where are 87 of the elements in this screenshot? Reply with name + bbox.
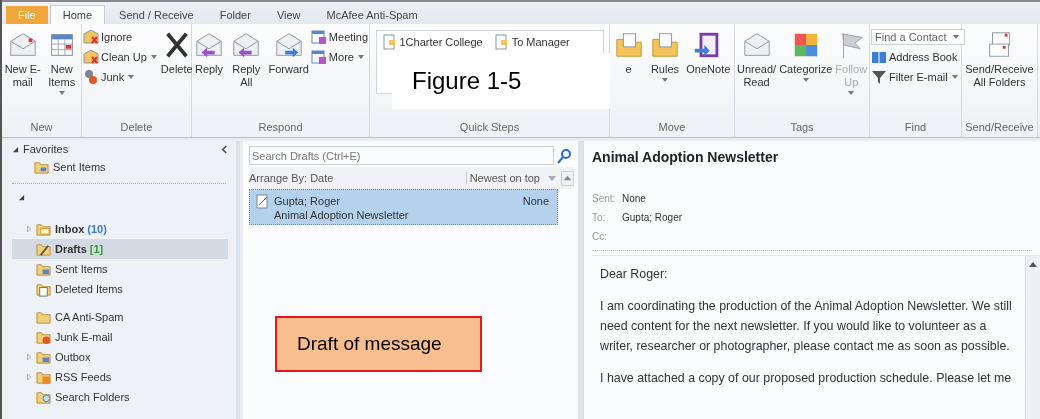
folder-item[interactable]: Deleted Items bbox=[12, 279, 228, 299]
funnel-icon bbox=[871, 69, 887, 85]
book-icon bbox=[871, 49, 887, 65]
group-label: Find bbox=[903, 120, 928, 135]
meeting-icon bbox=[310, 29, 327, 45]
body-paragraph: Dear Roger: bbox=[600, 266, 669, 283]
collapse-pane-icon[interactable] bbox=[221, 144, 228, 154]
ribbon-button[interactable]: Reply All bbox=[226, 28, 267, 119]
folder-item[interactable]: RSS Feeds bbox=[12, 367, 228, 387]
scroll-up-icon[interactable] bbox=[561, 170, 574, 186]
body-paragraph: I am coordinating the production of the Animal Adoption Newsletter. We still need content for the next newsletter. If you would like to volunteer as a writer, researcher or photographer, please contact me as soon as possible. bbox=[600, 298, 1013, 355]
callout-label: Draft of message bbox=[275, 316, 482, 372]
document-icon bbox=[492, 34, 509, 50]
sent-folder-icon bbox=[36, 261, 51, 277]
ribbon-button[interactable]: Delete bbox=[159, 28, 194, 119]
ribbon-button[interactable]: e bbox=[612, 28, 645, 119]
header-label: Cc: bbox=[592, 231, 608, 242]
header-value: Gupta; Roger bbox=[622, 212, 683, 223]
group-label: Delete bbox=[119, 120, 154, 135]
drafts-folder-icon bbox=[36, 241, 51, 257]
search-icon bbox=[556, 147, 572, 164]
quick-step[interactable]: To Manager bbox=[492, 34, 570, 50]
document-icon bbox=[380, 34, 397, 50]
arrange-by-button[interactable]: Arrange By: Date bbox=[249, 172, 466, 184]
sort-order-button[interactable]: Newest on top bbox=[465, 172, 548, 184]
ribbon-button[interactable]: OneNote bbox=[685, 28, 732, 119]
figure-label: Figure 1-5 bbox=[392, 53, 610, 109]
junk-folder-icon bbox=[36, 329, 51, 345]
group-label: Tags bbox=[789, 120, 815, 135]
folder-icon bbox=[649, 30, 680, 60]
inbox-folder-icon bbox=[36, 221, 51, 237]
message-title: Animal Adoption Newsletter bbox=[592, 149, 780, 167]
outbox-folder-icon bbox=[36, 349, 51, 365]
folder-item[interactable]: Sent Items bbox=[12, 157, 228, 177]
draft-icon bbox=[254, 193, 270, 209]
group-label: Send/Receive bbox=[964, 120, 1035, 135]
group-label: Quick Steps bbox=[458, 120, 521, 135]
favorites-header[interactable]: Favorites bbox=[12, 143, 69, 155]
ribbon-button[interactable]: Unread/ Read bbox=[736, 28, 778, 119]
ribbon-button[interactable]: New Items bbox=[43, 28, 80, 119]
header-label: Sent: bbox=[592, 193, 617, 204]
folder-item[interactable]: CA Anti-Spam bbox=[12, 307, 228, 327]
ribbon-button[interactable]: Meeting bbox=[310, 29, 368, 45]
message-item[interactable]: Gupta; Roger None Animal Adoption Newsletter bbox=[249, 189, 558, 225]
ribbon-button[interactable]: Junk bbox=[83, 69, 159, 85]
ribbon-tab[interactable]: Send / Receive bbox=[107, 6, 206, 24]
ribbon-button[interactable]: Filter E-mail bbox=[871, 69, 965, 85]
ribbon-button[interactable]: Address Book bbox=[871, 49, 965, 65]
find-contact-field[interactable]: Find a Contact bbox=[871, 29, 965, 45]
ribbon-tab[interactable]: Home bbox=[49, 5, 106, 24]
body-paragraph: I have attached a copy of our proposed production schedule. Please let me bbox=[600, 370, 1013, 387]
folder-item[interactable]: Sent Items bbox=[12, 259, 228, 279]
folder-item[interactable]: Drafts [1] bbox=[12, 239, 228, 259]
group-label: Move bbox=[657, 120, 687, 135]
forward-icon bbox=[273, 30, 304, 60]
ribbon-button[interactable]: More bbox=[310, 49, 368, 65]
folder-item[interactable]: Junk E-mail bbox=[12, 327, 228, 347]
ribbon-button[interactable]: Clean Up bbox=[83, 49, 159, 65]
ribbon-tab[interactable]: McAfee Anti-Spam bbox=[314, 6, 430, 24]
junk-icon bbox=[83, 69, 99, 85]
ribbon-button[interactable]: Ignore bbox=[83, 29, 159, 45]
replyall-icon bbox=[231, 30, 262, 60]
group-label: Respond bbox=[257, 120, 304, 135]
ribbon-button[interactable]: Categorize bbox=[778, 28, 834, 119]
ribbon-button[interactable]: Rules bbox=[648, 28, 681, 119]
rss-folder-icon bbox=[36, 369, 51, 385]
group-label: New bbox=[29, 120, 54, 135]
scrollbar[interactable] bbox=[1025, 256, 1040, 419]
scroll-up-icon[interactable] bbox=[1028, 260, 1038, 268]
quick-step[interactable]: 1Charter College bbox=[380, 34, 483, 50]
trash-folder-icon bbox=[36, 281, 51, 297]
ribbon-tab[interactable]: View bbox=[264, 6, 313, 24]
expand-arrow-icon[interactable] bbox=[18, 194, 25, 201]
ribbon-button[interactable]: Forward bbox=[267, 28, 310, 119]
ribbon-button[interactable]: Reply bbox=[193, 28, 225, 119]
folder-item[interactable]: Inbox (10) bbox=[12, 219, 228, 239]
folder-item[interactable]: Outbox bbox=[12, 347, 228, 367]
search-field[interactable]: Search Drafts (Ctrl+E) bbox=[249, 146, 554, 165]
header-label: To: bbox=[592, 212, 607, 223]
reply-icon bbox=[194, 30, 224, 60]
folder-item[interactable]: Search Folders bbox=[12, 387, 228, 407]
caret-icon bbox=[952, 35, 959, 39]
ribbon-tab[interactable]: Folder bbox=[207, 6, 263, 24]
header-value: None bbox=[622, 193, 646, 204]
folder-icon bbox=[34, 159, 49, 175]
search-folder-icon bbox=[36, 389, 51, 405]
ribbon-button[interactable]: New E-mail bbox=[3, 28, 43, 119]
